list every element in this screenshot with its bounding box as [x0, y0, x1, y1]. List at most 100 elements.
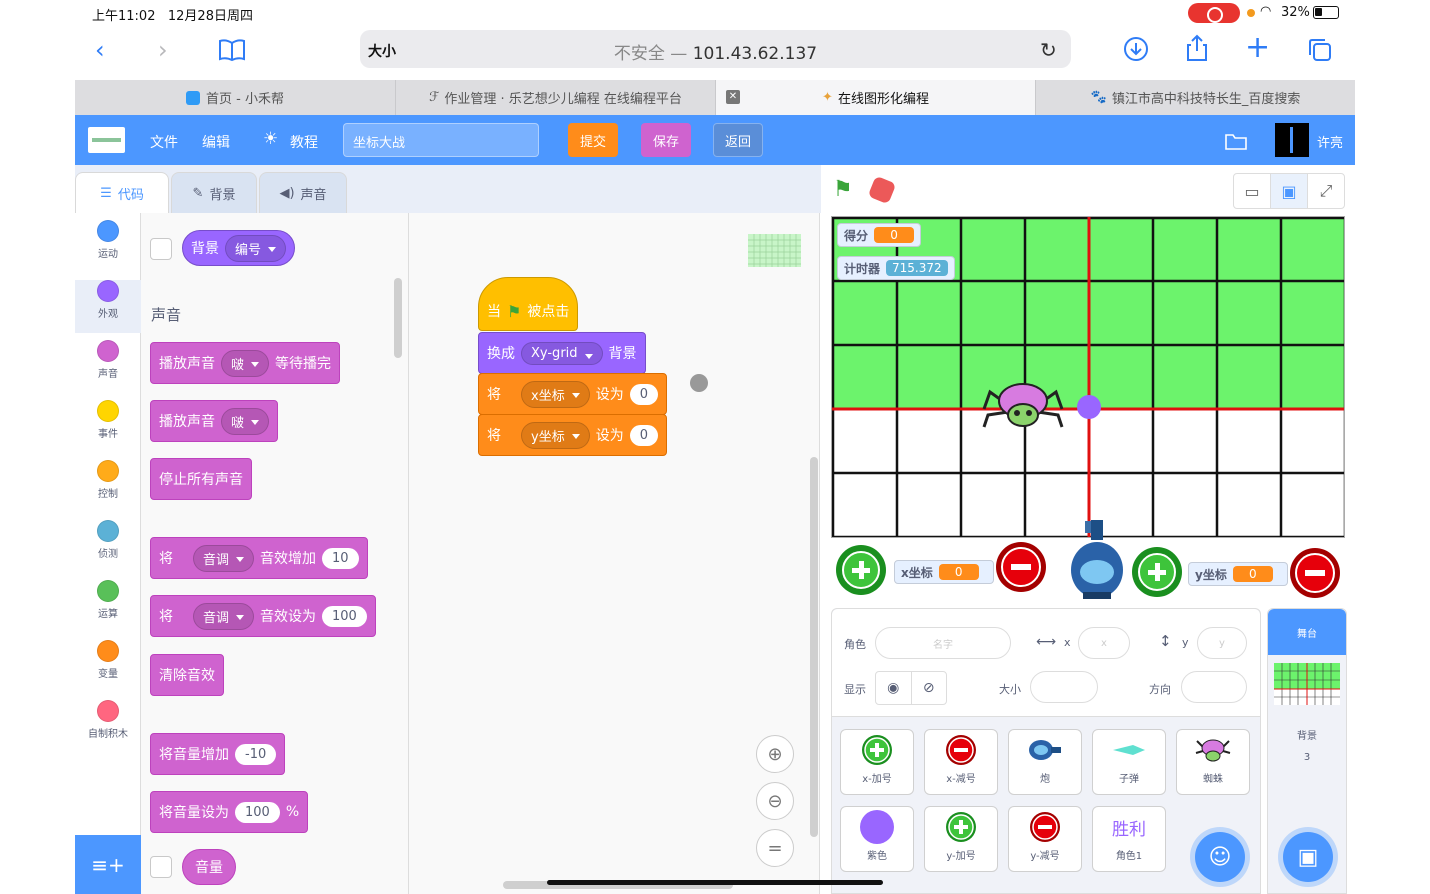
category-1[interactable]: 外观: [75, 280, 141, 333]
platform-logo[interactable]: [88, 127, 125, 153]
tab-code[interactable]: ☰ 代码: [75, 172, 169, 214]
back-button[interactable]: 返回: [713, 123, 763, 157]
tab-sound[interactable]: ◀) 声音: [259, 172, 347, 214]
tab-backdrop[interactable]: ✎ 背景: [171, 172, 257, 214]
screen-record-icon[interactable]: [1188, 3, 1240, 23]
tab-homework[interactable]: ℱ 作业管理 · 乐艺想少儿编程 在线编程平台: [396, 80, 716, 115]
address-bar[interactable]: 大小 不安全 — 101.43.62.137 ↻: [360, 30, 1071, 68]
folder-icon[interactable]: [1225, 132, 1247, 150]
play-sound-block[interactable]: 播放声音啵: [150, 400, 279, 442]
user-name[interactable]: 许亮: [1317, 132, 1343, 151]
category-4[interactable]: 控制: [75, 460, 141, 513]
stop-all-sounds-block[interactable]: 停止所有声音: [150, 458, 252, 500]
clear-effects-block[interactable]: 清除音效: [150, 654, 224, 696]
y-plus-button[interactable]: [1132, 547, 1182, 597]
zoom-reset-button[interactable]: =: [756, 829, 794, 867]
category-6[interactable]: 运算: [75, 580, 141, 633]
sprite-tile[interactable]: 胜利 角色1: [1092, 806, 1166, 872]
backdrop-reporter-block[interactable]: 背景 编号: [182, 230, 296, 266]
y-minus-button[interactable]: [1290, 548, 1340, 598]
y-input[interactable]: y: [1197, 627, 1247, 659]
effect-dropdown[interactable]: 音调: [193, 602, 255, 630]
effect-dropdown[interactable]: 音调: [193, 544, 255, 572]
hide-eye-icon[interactable]: ⊘: [912, 672, 947, 704]
sprite-tile[interactable]: x-减号: [924, 729, 998, 795]
category-0[interactable]: 运动: [75, 220, 141, 273]
share-icon[interactable]: [1185, 33, 1209, 63]
back-icon[interactable]: ‹: [95, 38, 105, 62]
x-input[interactable]: x: [1078, 627, 1130, 659]
new-tab-icon[interactable]: +: [1245, 33, 1270, 63]
tab-home[interactable]: 首页 - 小禾帮: [75, 80, 396, 115]
fullscreen-icon[interactable]: ⤢: [1308, 174, 1344, 208]
value-input[interactable]: 0: [629, 424, 658, 446]
sprite-name-input[interactable]: 名字: [875, 627, 1011, 659]
category-8[interactable]: 自制积木: [75, 700, 141, 753]
sprite-tile[interactable]: 炮: [1008, 729, 1082, 795]
change-volume-block[interactable]: 将音量增加 -10: [150, 733, 286, 775]
reload-icon[interactable]: ↻: [1040, 38, 1057, 62]
small-stage-icon[interactable]: ▭: [1234, 174, 1271, 208]
volume-change-input[interactable]: -10: [235, 743, 277, 765]
stop-button[interactable]: [867, 175, 897, 205]
download-icon[interactable]: [1123, 36, 1149, 62]
category-5[interactable]: 侦测: [75, 520, 141, 573]
direction-input[interactable]: [1181, 671, 1247, 703]
sound-dropdown[interactable]: 啵: [221, 407, 270, 435]
change-effect-block[interactable]: 将 音调 音效增加 10: [150, 537, 368, 579]
set-y-variable-block[interactable]: 将 y坐标 设为 0: [478, 414, 667, 456]
show-eye-icon[interactable]: ◉: [876, 672, 912, 704]
value-input[interactable]: 0: [629, 383, 658, 405]
category-2[interactable]: 声音: [75, 340, 141, 393]
forward-icon[interactable]: ›: [158, 38, 168, 62]
stage-canvas[interactable]: 得分 0 计时器 715.372: [831, 216, 1345, 538]
project-title-input[interactable]: 坐标大战: [343, 123, 539, 157]
avatar[interactable]: [1275, 123, 1309, 157]
volume-reporter-block[interactable]: 音量: [182, 849, 236, 885]
set-effect-block[interactable]: 将 音调 音效设为 100: [150, 595, 376, 637]
sprite-tile[interactable]: y-加号: [924, 806, 998, 872]
script-vertical-scrollbar[interactable]: [810, 457, 818, 837]
set-volume-block[interactable]: 将音量设为 100%: [150, 791, 309, 833]
tutorial-menu[interactable]: 教程: [290, 132, 318, 152]
close-tab-icon[interactable]: ✕: [726, 90, 740, 104]
submit-button[interactable]: 提交: [568, 123, 618, 157]
zoom-out-button[interactable]: ⊖: [756, 782, 794, 820]
play-until-done-block[interactable]: 播放声音啵等待播完: [150, 342, 341, 384]
extension-button[interactable]: ≡+: [75, 835, 141, 894]
category-7[interactable]: 变量: [75, 640, 141, 693]
sound-dropdown[interactable]: 啵: [221, 349, 270, 377]
sprite-tile[interactable]: 蜘蛛: [1176, 729, 1250, 795]
x-plus-button[interactable]: [836, 545, 886, 595]
category-3[interactable]: 事件: [75, 400, 141, 453]
tab-editor[interactable]: ✕ ✦ 在线图形化编程: [716, 80, 1036, 115]
save-button[interactable]: 保存: [641, 123, 691, 157]
backdrop-checkbox[interactable]: [150, 238, 172, 260]
sprite-tile[interactable]: y-减号: [1008, 806, 1082, 872]
switch-backdrop-block[interactable]: 换成 Xy-grid 背景: [478, 332, 646, 374]
bookmarks-icon[interactable]: [218, 38, 246, 62]
volume-set-input[interactable]: 100: [235, 801, 280, 823]
backdrop-option-dropdown[interactable]: 编号: [225, 234, 287, 262]
script-area[interactable]: 当 ⚑ 被点击 换成 Xy-grid 背景 将 x坐标 设为 0 将 y坐标 设为 0 ⊕ ⊖ =: [409, 213, 820, 894]
file-menu[interactable]: 文件: [150, 132, 178, 152]
variable-dropdown[interactable]: y坐标: [521, 421, 590, 449]
size-input[interactable]: [1030, 671, 1098, 703]
stage-thumbnail-icon[interactable]: [1274, 663, 1340, 705]
drag-handle[interactable]: [690, 374, 708, 392]
set-x-variable-block[interactable]: 将 x坐标 设为 0: [478, 373, 667, 415]
sprite-tile[interactable]: x-加号: [840, 729, 914, 795]
effect-set-input[interactable]: 100: [322, 605, 367, 627]
add-backdrop-button[interactable]: ▣: [1283, 832, 1333, 882]
sprite-tile[interactable]: 子弹: [1092, 729, 1166, 795]
zoom-in-button[interactable]: ⊕: [756, 735, 794, 773]
effect-change-input[interactable]: 10: [322, 547, 359, 569]
add-sprite-button[interactable]: ☺: [1195, 832, 1245, 882]
volume-checkbox[interactable]: [150, 856, 172, 878]
when-flag-clicked-block[interactable]: 当 ⚑ 被点击: [478, 277, 579, 331]
tabs-overview-icon[interactable]: [1307, 37, 1333, 63]
variable-dropdown[interactable]: x坐标: [521, 380, 590, 408]
normal-stage-icon[interactable]: ▣: [1271, 174, 1308, 208]
edit-menu[interactable]: 编辑: [202, 132, 230, 152]
tab-baidu[interactable]: 🐾 镇江市高中科技特长生_百度搜索: [1036, 80, 1355, 115]
